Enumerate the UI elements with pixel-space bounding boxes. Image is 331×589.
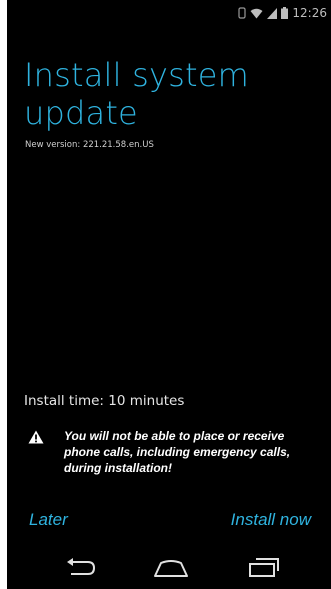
warning-triangle-icon bbox=[28, 430, 44, 444]
version-text: New version: 221.21.58.en.US bbox=[25, 140, 154, 150]
warning-message: You will not be able to place or receive… bbox=[23, 428, 323, 492]
back-icon bbox=[63, 557, 97, 584]
battery-icon bbox=[281, 7, 289, 19]
status-bar: 12:26 bbox=[7, 0, 331, 26]
signal-icon bbox=[267, 7, 278, 19]
recent-apps-button[interactable] bbox=[240, 556, 288, 584]
wifi-icon bbox=[250, 8, 263, 19]
status-clock: 12:26 bbox=[292, 6, 327, 20]
page-title: Install system update bbox=[24, 56, 249, 132]
home-icon bbox=[153, 558, 189, 583]
warning-text: You will not be able to place or receive… bbox=[64, 429, 291, 475]
install-time-text: Install time: 10 minutes bbox=[24, 393, 185, 409]
status-icons: 12:26 bbox=[238, 6, 327, 20]
phone-screen: 12:26 Install system update New version:… bbox=[7, 0, 331, 589]
home-button[interactable] bbox=[147, 556, 195, 584]
back-button[interactable] bbox=[56, 556, 104, 584]
later-button[interactable]: Later bbox=[29, 506, 68, 534]
navigation-bar bbox=[7, 550, 331, 589]
install-now-button[interactable]: Install now bbox=[231, 506, 311, 534]
recent-apps-icon bbox=[247, 557, 281, 584]
vibrate-icon bbox=[238, 7, 247, 19]
